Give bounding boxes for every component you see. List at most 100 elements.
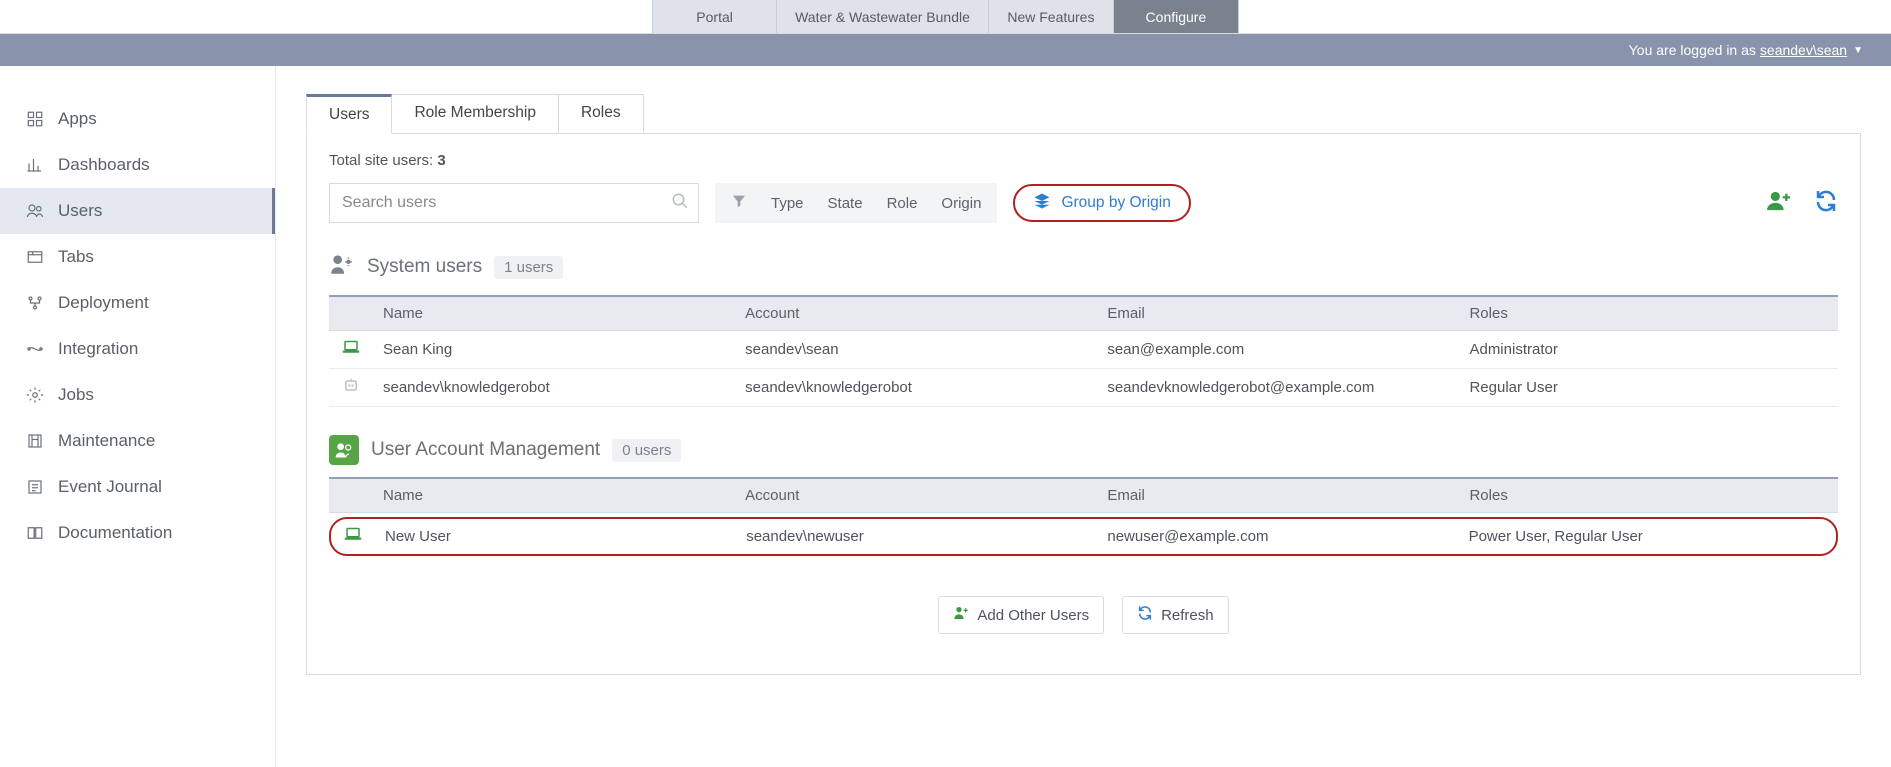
col-account[interactable]: Account bbox=[735, 478, 1097, 513]
col-email[interactable]: Email bbox=[1097, 296, 1459, 331]
filter-icon bbox=[731, 193, 747, 213]
search-input[interactable] bbox=[329, 183, 699, 223]
footer-buttons: Add Other Users Refresh bbox=[329, 596, 1838, 634]
sidebar-label-integration: Integration bbox=[58, 339, 138, 359]
refresh-label: Refresh bbox=[1161, 607, 1214, 624]
group-by-origin-label: Group by Origin bbox=[1061, 194, 1170, 212]
sidebar-item-users[interactable]: Users bbox=[0, 188, 275, 234]
search-icon[interactable] bbox=[671, 192, 689, 214]
refresh-button[interactable]: Refresh bbox=[1122, 596, 1229, 634]
table-header-row: Name Account Email Roles bbox=[329, 478, 1838, 513]
toolbar: Type State Role Origin Group by Origin bbox=[329, 183, 1838, 223]
uam-highlighted-row: New User seandev\newuser newuser@example… bbox=[329, 517, 1838, 556]
apps-icon bbox=[26, 110, 44, 128]
tab-water-bundle[interactable]: Water & Wastewater Bundle bbox=[777, 0, 989, 33]
documentation-icon bbox=[26, 524, 44, 542]
system-users-icon bbox=[329, 251, 355, 283]
total-site-users: Total site users: 3 bbox=[329, 152, 1838, 169]
sidebar-item-jobs[interactable]: Jobs bbox=[0, 372, 275, 418]
inner-tab-roles[interactable]: Roles bbox=[558, 94, 644, 134]
section-uam-title: User Account Management bbox=[371, 439, 600, 461]
tab-portal[interactable]: Portal bbox=[652, 0, 777, 33]
table-header-row: Name Account Email Roles bbox=[329, 296, 1838, 331]
sidebar-item-deployment[interactable]: Deployment bbox=[0, 280, 275, 326]
table-row[interactable]: Sean King seandev\sean sean@example.com … bbox=[329, 331, 1838, 369]
col-roles[interactable]: Roles bbox=[1459, 478, 1838, 513]
event-journal-icon bbox=[26, 478, 44, 496]
cell-account: seandev\sean bbox=[735, 331, 1097, 369]
add-user-icon[interactable] bbox=[1766, 190, 1792, 216]
uam-icon bbox=[329, 435, 359, 465]
top-navigation: Portal Water & Wastewater Bundle New Fea… bbox=[0, 0, 1891, 34]
cell-email: sean@example.com bbox=[1097, 331, 1459, 369]
caret-down-icon[interactable]: ▼ bbox=[1853, 45, 1863, 56]
users-panel: Total site users: 3 Type State Role bbox=[306, 133, 1861, 675]
tab-configure[interactable]: Configure bbox=[1114, 0, 1239, 33]
col-name[interactable]: Name bbox=[373, 478, 735, 513]
stripe-prefix: You are logged in as bbox=[1629, 42, 1756, 58]
sidebar-item-integration[interactable]: Integration bbox=[0, 326, 275, 372]
sidebar-label-documentation: Documentation bbox=[58, 523, 172, 543]
inner-tab-users[interactable]: Users bbox=[306, 94, 392, 134]
cell-email: newuser@example.com bbox=[1097, 519, 1458, 554]
sidebar-label-deployment: Deployment bbox=[58, 293, 149, 313]
total-label: Total site users: bbox=[329, 152, 433, 169]
col-account[interactable]: Account bbox=[735, 296, 1097, 331]
main-content: Users Role Membership Roles Total site u… bbox=[276, 66, 1891, 767]
table-row[interactable]: New User seandev\newuser newuser@example… bbox=[331, 519, 1836, 554]
col-email[interactable]: Email bbox=[1097, 478, 1459, 513]
sidebar-item-dashboards[interactable]: Dashboards bbox=[0, 142, 275, 188]
filter-type[interactable]: Type bbox=[771, 195, 804, 212]
cell-roles: Administrator bbox=[1459, 331, 1838, 369]
cell-account: seandev\newuser bbox=[736, 519, 1097, 554]
col-roles[interactable]: Roles bbox=[1459, 296, 1838, 331]
user-stripe: You are logged in as seandev\sean ▼ bbox=[0, 34, 1891, 66]
section-system-users-header: System users 1 users bbox=[329, 251, 1838, 283]
group-by-origin-button[interactable]: Group by Origin bbox=[1013, 184, 1190, 222]
cell-name: New User bbox=[375, 519, 736, 554]
sidebar: Apps Dashboards Users Tabs Deployment bbox=[0, 66, 276, 767]
add-other-users-button[interactable]: Add Other Users bbox=[938, 596, 1104, 634]
inner-tabs: Users Role Membership Roles bbox=[306, 94, 1861, 134]
cell-account: seandev\knowledgerobot bbox=[735, 369, 1097, 407]
col-name[interactable]: Name bbox=[373, 296, 735, 331]
section-uam-header: User Account Management 0 users bbox=[329, 435, 1838, 465]
jobs-icon bbox=[26, 386, 44, 404]
users-icon bbox=[26, 202, 44, 220]
search-wrap bbox=[329, 183, 699, 223]
section-system-users-count: 1 users bbox=[494, 256, 563, 279]
cell-email: seandevknowledgerobot@example.com bbox=[1097, 369, 1459, 407]
inner-tab-role-membership[interactable]: Role Membership bbox=[391, 94, 558, 134]
laptop-icon bbox=[329, 331, 373, 369]
add-other-users-label: Add Other Users bbox=[977, 607, 1089, 624]
filter-role[interactable]: Role bbox=[887, 195, 918, 212]
sidebar-item-tabs[interactable]: Tabs bbox=[0, 234, 275, 280]
tab-new-features[interactable]: New Features bbox=[989, 0, 1114, 33]
filter-origin[interactable]: Origin bbox=[941, 195, 981, 212]
sidebar-label-users: Users bbox=[58, 201, 102, 221]
cell-name: seandev\knowledgerobot bbox=[373, 369, 735, 407]
add-user-icon bbox=[953, 605, 969, 625]
system-users-table: Name Account Email Roles Sean King seand… bbox=[329, 295, 1838, 407]
sidebar-label-dashboards: Dashboards bbox=[58, 155, 150, 175]
filter-state[interactable]: State bbox=[828, 195, 863, 212]
uam-users-header-table: Name Account Email Roles bbox=[329, 477, 1838, 513]
maintenance-icon bbox=[26, 432, 44, 450]
laptop-icon bbox=[331, 519, 375, 554]
sidebar-label-jobs: Jobs bbox=[58, 385, 94, 405]
sidebar-item-event-journal[interactable]: Event Journal bbox=[0, 464, 275, 510]
sidebar-label-maintenance: Maintenance bbox=[58, 431, 155, 451]
sidebar-item-documentation[interactable]: Documentation bbox=[0, 510, 275, 556]
sidebar-item-apps[interactable]: Apps bbox=[0, 96, 275, 142]
cell-roles: Power User, Regular User bbox=[1459, 519, 1836, 554]
cell-name: Sean King bbox=[373, 331, 735, 369]
toolbar-right bbox=[1766, 189, 1838, 217]
deployment-icon bbox=[26, 294, 44, 312]
sidebar-item-maintenance[interactable]: Maintenance bbox=[0, 418, 275, 464]
sidebar-label-tabs: Tabs bbox=[58, 247, 94, 267]
refresh-icon[interactable] bbox=[1814, 189, 1838, 217]
table-row[interactable]: seandev\knowledgerobot seandev\knowledge… bbox=[329, 369, 1838, 407]
stripe-username[interactable]: seandev\sean bbox=[1760, 42, 1847, 58]
sidebar-label-apps: Apps bbox=[58, 109, 97, 129]
uam-users-table: New User seandev\newuser newuser@example… bbox=[331, 519, 1836, 554]
